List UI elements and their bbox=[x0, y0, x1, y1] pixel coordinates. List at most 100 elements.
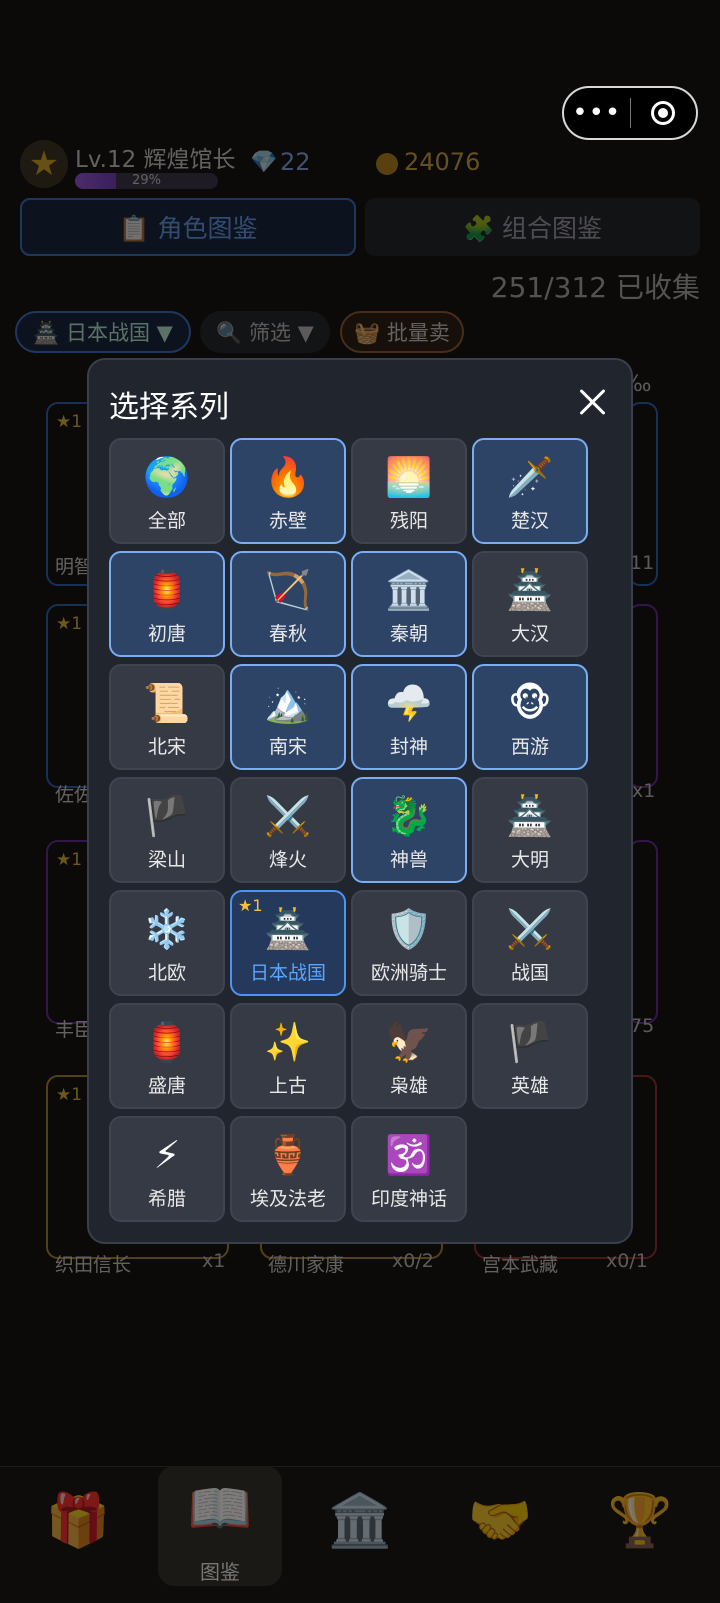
series-label: 烽火 bbox=[268, 849, 307, 871]
series-icon: ⚔️ bbox=[506, 907, 554, 951]
series-icon: 🐵 bbox=[508, 681, 552, 725]
batch-sell-button[interactable]: 🧺 批量卖 bbox=[340, 311, 464, 353]
series-option[interactable]: 🌍 全部 bbox=[109, 438, 225, 544]
series-label: 英雄 bbox=[510, 1075, 549, 1097]
series-option[interactable]: 🏴 英雄 bbox=[472, 1003, 588, 1109]
card-count: x1 bbox=[202, 1250, 226, 1272]
series-icon: 🏯 bbox=[506, 568, 554, 612]
nav-collection-icon[interactable]: 📖 bbox=[160, 1478, 280, 1539]
series-label: 南宋 bbox=[268, 736, 307, 758]
series-option[interactable]: 🌅 残阳 bbox=[351, 438, 467, 544]
series-icon: ❄️ bbox=[143, 907, 191, 951]
series-icon: 🏔️ bbox=[264, 681, 312, 725]
series-option[interactable]: 📜 北宋 bbox=[109, 664, 225, 770]
series-option[interactable]: 🗡️ 楚汉 bbox=[472, 438, 588, 544]
series-option[interactable]: ⚡ 希腊 bbox=[109, 1116, 225, 1222]
series-option[interactable]: ✨ 上古 bbox=[230, 1003, 346, 1109]
card-name: 宫本武藏 bbox=[482, 1254, 559, 1276]
series-option[interactable]: 🔥 赤壁 bbox=[230, 438, 346, 544]
series-select[interactable]: 🏯 日本战国 ▼ bbox=[15, 311, 191, 353]
series-label: 楚汉 bbox=[510, 510, 549, 532]
series-label: 神兽 bbox=[389, 849, 428, 871]
card-count: x0/2 bbox=[392, 1250, 434, 1272]
series-label: 日本战国 bbox=[249, 962, 326, 984]
filter-button[interactable]: 🔍 筛选 ▼ bbox=[200, 311, 330, 353]
series-option[interactable]: 🦅 枭雄 bbox=[351, 1003, 467, 1109]
diamond-icon: 💎 bbox=[250, 150, 278, 175]
series-icon: 🌍 bbox=[143, 455, 191, 499]
series-option[interactable]: 🏯 大明 bbox=[472, 777, 588, 883]
series-option[interactable]: 🏯 大汉 bbox=[472, 551, 588, 657]
series-icon: 🛡️ bbox=[385, 907, 433, 951]
series-label: 印度神话 bbox=[370, 1188, 447, 1210]
select-series-modal: 选择系列 🌍 全部 🔥 赤壁 🌅 残阳 🗡️ 楚汉 🏮 初唐 🏹 春秋 🏛️ 秦朝 🏯 大汉 📜 北宋 🏔️ 南宋 🌩️… bbox=[87, 358, 633, 1244]
series-option[interactable]: 🕉️ 印度神话 bbox=[351, 1116, 467, 1222]
card-count: x1 bbox=[632, 780, 656, 802]
series-icon: 🔥 bbox=[264, 455, 312, 499]
close-icon[interactable] bbox=[579, 388, 607, 416]
series-icon: 🏴 bbox=[506, 1020, 554, 1064]
series-label: 枭雄 bbox=[389, 1075, 428, 1097]
series-icon: 🏮 bbox=[143, 568, 191, 612]
collected-count: 251/312 已收集 bbox=[490, 271, 700, 304]
series-label: 春秋 bbox=[268, 623, 307, 645]
series-option[interactable]: 🐵 西游 bbox=[472, 664, 588, 770]
series-icon: 🐉 bbox=[385, 794, 433, 838]
gem-count: 22 bbox=[280, 148, 311, 176]
series-label: 北欧 bbox=[147, 962, 186, 984]
series-option[interactable]: ⚔️ 战国 bbox=[472, 890, 588, 996]
star-badge: ★1 bbox=[238, 896, 263, 915]
nav-gift-icon[interactable]: 🎁 bbox=[18, 1490, 138, 1551]
series-label: 大汉 bbox=[510, 623, 549, 645]
card-star: ★1 bbox=[56, 412, 83, 432]
series-option[interactable]: 🛡️ 欧洲骑士 bbox=[351, 890, 467, 996]
card-star: ★1 bbox=[56, 1085, 83, 1105]
nav-collection-label: 图鉴 bbox=[200, 1560, 240, 1584]
card-count: 75 bbox=[630, 1015, 655, 1037]
series-option[interactable]: 🏺 埃及法老 bbox=[230, 1116, 346, 1222]
series-option[interactable]: 🏯 日本战国 ★1 bbox=[230, 890, 346, 996]
modal-title: 选择系列 bbox=[109, 390, 229, 425]
tab-role-collection[interactable]: 📋 角色图鉴 bbox=[20, 198, 356, 256]
series-icon: 🏴 bbox=[143, 794, 191, 838]
series-option[interactable]: 🏛️ 秦朝 bbox=[351, 551, 467, 657]
series-label: 西游 bbox=[510, 736, 549, 758]
series-option[interactable]: 🐉 神兽 bbox=[351, 777, 467, 883]
series-icon: 🗡️ bbox=[506, 455, 554, 499]
series-icon: ✨ bbox=[264, 1020, 312, 1064]
series-label: 上古 bbox=[268, 1075, 307, 1097]
series-option[interactable]: 🏴 梁山 bbox=[109, 777, 225, 883]
card-star: ★1 bbox=[56, 850, 83, 870]
series-option[interactable]: 🏮 盛唐 bbox=[109, 1003, 225, 1109]
series-option[interactable]: 🏹 春秋 bbox=[230, 551, 346, 657]
level-star-icon: ★ bbox=[20, 140, 68, 188]
series-icon: 📜 bbox=[143, 681, 191, 725]
tab-combo-collection[interactable]: 🧩 组合图鉴 bbox=[365, 198, 700, 256]
close-program-button[interactable] bbox=[631, 101, 697, 125]
series-option[interactable]: ⚔️ 烽火 bbox=[230, 777, 346, 883]
series-icon: ⚔️ bbox=[264, 794, 312, 838]
series-option[interactable]: 🏮 初唐 bbox=[109, 551, 225, 657]
series-icon: ⚡ bbox=[153, 1133, 181, 1177]
series-icon: 🌅 bbox=[385, 455, 433, 499]
series-option[interactable]: 🌩️ 封神 bbox=[351, 664, 467, 770]
series-option[interactable]: ❄️ 北欧 bbox=[109, 890, 225, 996]
player-level: Lv.12 辉煌馆长 bbox=[75, 147, 236, 173]
more-menu-icon[interactable]: ••• bbox=[564, 100, 630, 126]
card-count: x0/1 bbox=[606, 1250, 648, 1272]
xp-percent: 29% bbox=[132, 173, 161, 188]
series-label: 赤壁 bbox=[268, 510, 307, 532]
series-icon: 🏮 bbox=[143, 1020, 191, 1064]
series-icon: 🏹 bbox=[264, 568, 312, 612]
series-label: 秦朝 bbox=[389, 623, 428, 645]
series-label: 北宋 bbox=[147, 736, 186, 758]
series-label: 大明 bbox=[510, 849, 549, 871]
series-label: 盛唐 bbox=[147, 1075, 186, 1097]
nav-trophy-icon[interactable]: 🏆 bbox=[580, 1490, 700, 1551]
series-icon: 🌩️ bbox=[385, 681, 433, 725]
nav-trade-icon[interactable]: 🤝 bbox=[440, 1490, 560, 1551]
card-name: 织田信长 bbox=[55, 1254, 132, 1276]
series-label: 残阳 bbox=[389, 510, 428, 532]
nav-museum-icon[interactable]: 🏛️ bbox=[300, 1490, 420, 1551]
series-option[interactable]: 🏔️ 南宋 bbox=[230, 664, 346, 770]
